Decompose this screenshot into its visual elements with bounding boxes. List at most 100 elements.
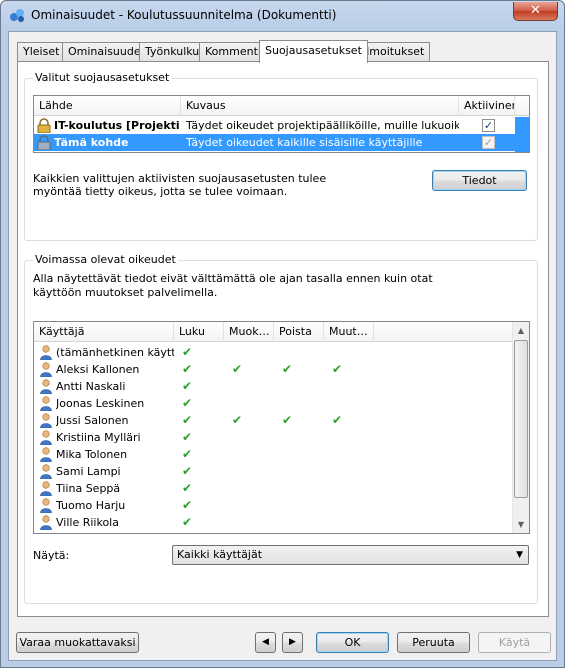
column-source[interactable]: Lähde [34, 96, 181, 116]
user-row[interactable]: Aleksi Kallonen ✔ ✔ ✔ ✔ [34, 361, 514, 378]
previous-button[interactable]: ◀ [255, 632, 276, 653]
lock-icon [37, 118, 51, 133]
settings-list[interactable]: Lähde Kuvaus Aktiivinen IT-koulutus [Pro… [33, 95, 530, 153]
right-granted-check-icon: ✔ [332, 413, 343, 427]
close-button[interactable]: ✕ [513, 2, 558, 21]
tab-workflow[interactable]: Työnkulku [139, 42, 206, 61]
column-read[interactable]: Luku [174, 322, 224, 342]
right-granted-check-icon: ✔ [182, 498, 193, 512]
dialog-client: Yleiset Ominaisuudet Työnkulku Kommentit… [8, 31, 557, 661]
user-icon [40, 430, 52, 445]
tab-properties[interactable]: Ominaisuudet [62, 42, 151, 61]
user-icon [40, 515, 52, 530]
user-row[interactable]: Sami Lampi ✔ [34, 463, 514, 480]
settings-row-selected[interactable]: Tämä kohde Täydet oikeudet kaikille sisä… [34, 134, 515, 151]
right-granted-check-icon: ✔ [182, 362, 193, 376]
column-description[interactable]: Kuvaus [181, 96, 459, 116]
user-name: Kristiina Mylläri [56, 431, 141, 444]
show-label: Näytä: [33, 549, 70, 562]
row-selection-fill [515, 117, 529, 152]
properties-dialog: Ominaisuudet - Koulutussuunnitelma (Doku… [0, 0, 565, 668]
user-row[interactable]: Ville Riikola ✔ [34, 514, 514, 531]
next-button[interactable]: ▶ [282, 632, 303, 653]
tab-notifications[interactable]: Ilmoitukset [357, 42, 431, 61]
user-icon [40, 396, 52, 411]
right-granted-check-icon: ✔ [182, 447, 193, 461]
user-name: (tämänhetkinen käytt… [56, 346, 174, 359]
cancel-button[interactable]: Peruuta [397, 632, 470, 653]
tab-security[interactable]: Suojausasetukset [259, 40, 368, 63]
column-delete[interactable]: Poista [274, 322, 324, 342]
right-granted-check-icon: ✔ [182, 464, 193, 478]
right-granted-check-icon: ✔ [182, 345, 193, 359]
info-line: myöntää tietty oikeus, jotta se tulee vo… [33, 185, 288, 198]
info-line: Kaikkien valittujen aktiivisten suojausa… [33, 172, 327, 185]
column-edit[interactable]: Muok… [224, 322, 274, 342]
note-line: Alla näytettävät tiedot eivät välttämätt… [33, 272, 433, 285]
show-users-dropdown[interactable]: Kaikki käyttäjät ▼ [172, 545, 529, 565]
user-name: Sami Lampi [56, 465, 121, 478]
user-name: Joonas Leskinen [56, 397, 145, 410]
effective-rights-title: Voimassa olevat oikeudet [33, 253, 178, 266]
settings-source: Tämä kohde [54, 136, 129, 149]
right-granted-check-icon: ✔ [182, 515, 193, 529]
selected-settings-group: Valitut suojausasetukset Lähde Kuvaus Ak… [24, 71, 538, 241]
scroll-down-arrow-icon[interactable]: ▼ [513, 516, 529, 533]
user-icon [40, 447, 52, 462]
user-name: Tuomo Harju [56, 499, 126, 512]
scroll-thumb[interactable] [514, 340, 528, 498]
user-name: Antti Naskali [56, 380, 126, 393]
reserve-edit-button[interactable]: Varaa muokattavaksi [16, 632, 139, 653]
user-row[interactable]: Mika Tolonen ✔ [34, 446, 514, 463]
user-icon [40, 464, 52, 479]
right-granted-check-icon: ✔ [232, 413, 243, 427]
user-icon [40, 345, 52, 360]
active-checkbox[interactable]: ✓ [482, 136, 495, 149]
column-user[interactable]: Käyttäjä [34, 322, 174, 342]
user-icon [40, 379, 52, 394]
user-row[interactable]: Kristiina Mylläri ✔ [34, 429, 514, 446]
effective-rights-group: Voimassa olevat oikeudet Alla näytettävä… [24, 253, 538, 604]
tab-general[interactable]: Yleiset [17, 42, 66, 61]
rights-scrollbar[interactable]: ▲ ▼ [512, 322, 529, 533]
user-row[interactable]: Joonas Leskinen ✔ [34, 395, 514, 412]
user-row[interactable]: Antti Naskali ✔ [34, 378, 514, 395]
user-name: Jussi Salonen [56, 414, 129, 427]
apply-button[interactable]: Käytä [478, 632, 551, 653]
column-other[interactable]: Muut… [324, 322, 374, 342]
settings-source: IT-koulutus [Projekti] [54, 119, 179, 132]
app-icon [10, 9, 24, 22]
title-bar[interactable]: Ominaisuudet - Koulutussuunnitelma (Doku… [1, 1, 564, 31]
right-granted-check-icon: ✔ [182, 396, 193, 410]
scroll-up-arrow-icon[interactable]: ▲ [513, 322, 529, 339]
user-icon [40, 481, 52, 496]
right-granted-check-icon: ✔ [182, 430, 193, 444]
window-title: Ominaisuudet - Koulutussuunnitelma (Doku… [31, 8, 337, 22]
right-granted-check-icon: ✔ [282, 413, 293, 427]
right-granted-check-icon: ✔ [182, 481, 193, 495]
ok-button[interactable]: OK [316, 632, 389, 653]
user-icon [40, 362, 52, 377]
user-name: Aleksi Kallonen [56, 363, 140, 376]
column-active[interactable]: Aktiivinen [459, 96, 515, 116]
user-row[interactable]: Tuomo Harju ✔ [34, 497, 514, 514]
selected-settings-title: Valitut suojausasetukset [33, 71, 172, 84]
user-icon [40, 413, 52, 428]
user-row[interactable]: Jussi Salonen ✔ ✔ ✔ ✔ [34, 412, 514, 429]
lock-icon [37, 135, 51, 150]
settings-row[interactable]: IT-koulutus [Projekti] Täydet oikeudet p… [34, 117, 515, 134]
settings-description: Täydet oikeudet projektipäälliköille, mu… [186, 119, 459, 132]
show-users-value: Kaikki käyttäjät [177, 548, 263, 561]
user-name: Mika Tolonen [56, 448, 128, 461]
active-checkbox[interactable]: ✓ [482, 119, 495, 132]
user-name: Ville Riikola [56, 516, 119, 529]
rights-list[interactable]: Käyttäjä Luku Muok… Poista Muut… (tämänh… [33, 321, 530, 534]
user-name: Tiina Seppä [56, 482, 121, 495]
user-row[interactable]: (tämänhetkinen käytt… ✔ [34, 344, 514, 361]
user-row[interactable]: Tiina Seppä ✔ [34, 480, 514, 497]
settings-description: Täydet oikeudet kaikille sisäisille käyt… [186, 136, 423, 149]
right-granted-check-icon: ✔ [282, 362, 293, 376]
security-tab-panel: Valitut suojausasetukset Lähde Kuvaus Ak… [17, 61, 549, 617]
details-button[interactable]: Tiedot [432, 170, 527, 191]
user-icon [40, 498, 52, 513]
